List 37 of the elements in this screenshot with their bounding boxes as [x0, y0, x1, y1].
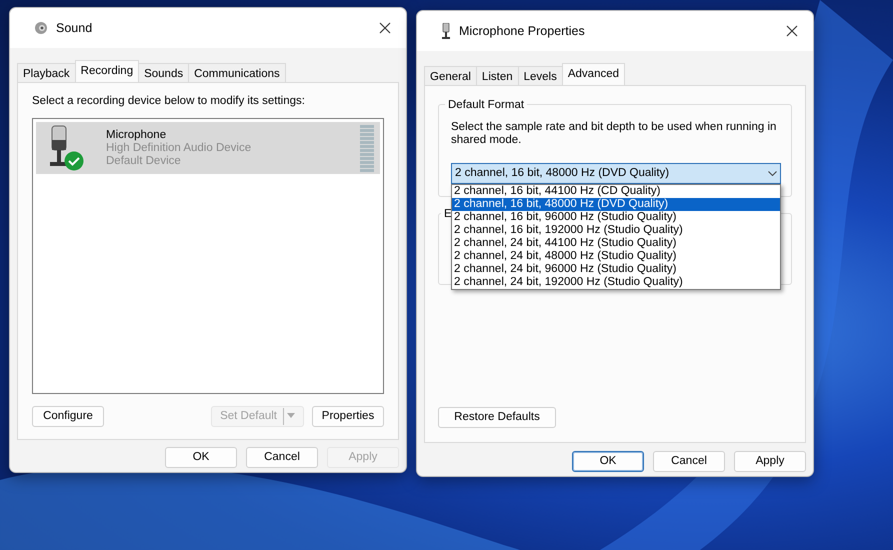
- tab[interactable]: Communications: [188, 63, 286, 82]
- restore-defaults-button[interactable]: Restore Defaults: [438, 407, 556, 428]
- tab[interactable]: Recording: [74, 60, 140, 82]
- properties-button[interactable]: Properties: [312, 406, 384, 427]
- dropdown-option[interactable]: 2 channel, 24 bit, 96000 Hz (Studio Quality): [452, 263, 780, 276]
- configure-button[interactable]: Configure: [32, 406, 104, 427]
- dropdown-option[interactable]: 2 channel, 16 bit, 192000 Hz (Studio Quality): [452, 224, 780, 237]
- format-dropdown[interactable]: 2 channel, 16 bit, 48000 Hz (DVD Quality): [451, 163, 781, 184]
- dialog-button[interactable]: Apply: [734, 451, 806, 472]
- instruction-text: Select a recording device below to modify its settings:: [32, 94, 306, 109]
- dialog-button[interactable]: OK: [572, 451, 644, 472]
- close-icon: [786, 25, 798, 37]
- device-name: Microphone: [106, 128, 168, 142]
- speaker-icon: [34, 21, 48, 35]
- dropdown-option[interactable]: 2 channel, 24 bit, 44100 Hz (Studio Quality): [452, 237, 780, 250]
- device-status: Default Device: [106, 154, 182, 168]
- dropdown-option[interactable]: 2 channel, 16 bit, 44100 Hz (CD Quality): [452, 185, 780, 198]
- window-title: Sound: [56, 20, 94, 37]
- dialog-button[interactable]: Cancel: [246, 447, 318, 468]
- device-row[interactable]: Microphone High Definition Audio Device Default Device: [36, 122, 380, 174]
- description-text: Select the sample rate and bit depth to be used when running in shared mode.: [451, 121, 778, 147]
- device-driver: High Definition Audio Device: [106, 142, 252, 155]
- dropdown-option[interactable]: 2 channel, 24 bit, 192000 Hz (Studio Quality): [452, 276, 780, 289]
- tab[interactable]: Advanced: [562, 63, 626, 85]
- microphone-icon: [441, 23, 451, 39]
- chevron-icon: [768, 171, 777, 176]
- close-icon: [379, 22, 391, 34]
- level-meter: [360, 124, 374, 172]
- dialog-button[interactable]: OK: [165, 447, 237, 468]
- dropdown-option[interactable]: 2 channel, 16 bit, 48000 Hz (DVD Quality): [452, 198, 780, 211]
- tab[interactable]: General: [424, 66, 477, 85]
- window-title: Microphone Properties: [459, 22, 586, 40]
- caret-icon: [287, 412, 295, 419]
- dropdown-option[interactable]: 2 channel, 24 bit, 48000 Hz (Studio Quality): [452, 250, 780, 263]
- dropdown-option[interactable]: 2 channel, 16 bit, 96000 Hz (Studio Quality): [452, 211, 780, 224]
- dialog-button[interactable]: Cancel: [653, 451, 725, 472]
- tab[interactable]: Playback: [17, 63, 76, 82]
